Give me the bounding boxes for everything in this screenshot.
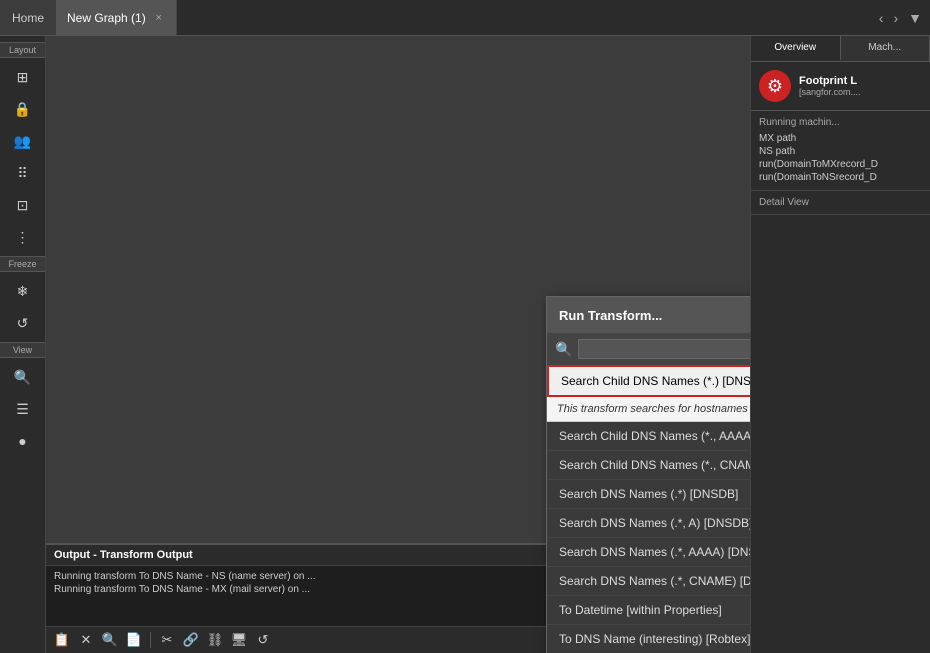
tab-bar: Home New Graph (1) × ‹ › ▼ [0,0,930,36]
rp-running-section: Running machin... MX path NS path run(Do… [751,111,930,191]
rt-item-9[interactable]: To DNS Name (interesting) [Robtex] ☆ ▶ [547,625,750,653]
rp-logo: ⚙ [759,70,791,102]
rt-item-9-label: To DNS Name (interesting) [Robtex] [559,632,750,646]
rt-item-2[interactable]: Search Child DNS Names (*., AAAA) [DN...… [547,422,750,451]
bt-copy-btn[interactable]: 📋 [52,630,72,650]
tab-new-graph[interactable]: New Graph (1) × [57,0,177,35]
rt-item-7[interactable]: Search DNS Names (.*, CNAME) [DNSDB] ☆ ▶ [547,567,750,596]
right-panel: Overview Mach... ⚙ Footprint L [sangfor.… [750,36,930,653]
toolbar-btn-dot[interactable]: ● [5,426,41,456]
rt-tooltip: This transform searches for hostnames be… [547,397,750,422]
rp-title-block: Footprint L [sangfor.com.... [799,75,861,97]
rp-header: ⚙ Footprint L [sangfor.com.... [751,62,930,111]
bt-close-btn[interactable]: ✕ [76,630,96,650]
canvas-wrapper: 100% 🌐 sangfor.c... FOR DEMO USE Output … [46,36,750,653]
detail-view-label: Detail View [751,191,930,215]
tab-nav: ‹ › ▼ [875,8,930,28]
toolbar-btn-list[interactable]: ☰ [5,394,41,424]
rp-tab-overview[interactable]: Overview [751,36,841,61]
rt-item-2-label: Search Child DNS Names (*., AAAA) [DN... [559,429,750,443]
run-transform-title: Run Transform... [559,308,662,323]
rp-item-ns: NS path [759,145,922,158]
toolbar-btn-freeze[interactable]: ❄ [5,276,41,306]
rp-logo-icon: ⚙ [767,76,783,97]
nav-forward-btn[interactable]: › [889,8,902,28]
nav-back-btn[interactable]: ‹ [875,8,888,28]
toolbar-btn-connect[interactable]: ⊡ [5,190,41,220]
bt-cut-btn[interactable]: ✂ [157,630,177,650]
toolbar-btn-undo[interactable]: ↺ [5,308,41,338]
run-transform-search: 🔍 ⊞ [547,333,750,365]
toolbar-btn-nodes[interactable]: ⠿ [5,158,41,188]
rt-item-4-label: Search DNS Names (.*) [DNSDB] [559,487,738,501]
layout-label: Layout [0,42,45,58]
rp-item-mx: MX path [759,132,922,145]
freeze-label: Freeze [0,256,45,272]
toolbar-btn-users[interactable]: 👥 [5,126,41,156]
new-graph-label: New Graph (1) [67,11,146,25]
rp-subtitle: [sangfor.com.... [799,87,861,97]
rp-running-label: Running machin... [759,117,922,128]
rt-item-5[interactable]: Search DNS Names (.*, A) [DNSDB] ☆ ▶ [547,509,750,538]
tab-close-btn[interactable]: × [152,11,166,25]
bt-chain-btn[interactable]: ⛓ [205,630,225,650]
bt-search-btn[interactable]: 🔍 [100,630,120,650]
toolbar-btn-grid[interactable]: ⊞ [5,62,41,92]
rt-item-4[interactable]: Search DNS Names (.*) [DNSDB] ☆ ▶ [547,480,750,509]
bt-link-btn[interactable]: 🔗 [181,630,201,650]
right-panel-tabs: Overview Mach... [751,36,930,62]
search-icon: 🔍 [555,341,572,358]
rt-item-7-label: Search DNS Names (.*, CNAME) [DNSDB] [559,574,750,588]
toolbar-btn-tree[interactable]: ⋮ [5,222,41,252]
toolbar-btn-zoom[interactable]: 🔍 [5,362,41,392]
bt-refresh-btn[interactable]: ↺ [253,630,273,650]
toolbar-btn-lock[interactable]: 🔒 [5,94,41,124]
rt-item-0[interactable]: Search Child DNS Names (*.) [DNSDB] ☆ ▶ [547,365,750,397]
bt-screen-btn[interactable]: 🖥 [229,630,249,650]
rp-item-run1: run(DomainToMXrecord_D [759,158,922,171]
rt-item-3-label: Search Child DNS Names (*., CNAME) [... [559,458,750,472]
home-label: Home [12,11,44,25]
main-layout: Layout ⊞ 🔒 👥 ⠿ ⊡ ⋮ Freeze ❄ ↺ View 🔍 ☰ ●… [0,36,930,653]
rp-tab-machine[interactable]: Mach... [841,36,930,61]
left-toolbar: Layout ⊞ 🔒 👥 ⠿ ⊡ ⋮ Freeze ❄ ↺ View 🔍 ☰ ● [0,36,46,653]
rt-item-5-label: Search DNS Names (.*, A) [DNSDB] [559,516,750,530]
bt-separator-1 [150,632,151,648]
tab-home[interactable]: Home [0,0,57,35]
rt-item-3[interactable]: Search Child DNS Names (*., CNAME) [... … [547,451,750,480]
view-label: View [0,342,45,358]
output-title: Output - Transform Output [54,549,193,561]
run-transform-panel: Run Transform... ⊞ 🔍 ⊞ Search Child DNS … [546,296,750,653]
rp-item-run2: run(DomainToNSrecord_D [759,171,922,184]
rt-item-8-label: To Datetime [within Properties] [559,603,722,617]
rt-item-6[interactable]: Search DNS Names (.*, AAAA) [DNSDB] ☆ ▶ [547,538,750,567]
nav-menu-btn[interactable]: ▼ [904,8,926,28]
run-transform-header: Run Transform... ⊞ [547,297,750,333]
rp-title: Footprint L [799,75,861,87]
bt-doc-btn[interactable]: 📄 [124,630,144,650]
run-transform-search-input[interactable] [578,339,750,359]
rt-item-6-label: Search DNS Names (.*, AAAA) [DNSDB] [559,545,750,559]
rt-item-8[interactable]: To Datetime [within Properties] ☆ ▶ [547,596,750,625]
rt-item-0-label: Search Child DNS Names (*.) [DNSDB] [561,374,750,388]
